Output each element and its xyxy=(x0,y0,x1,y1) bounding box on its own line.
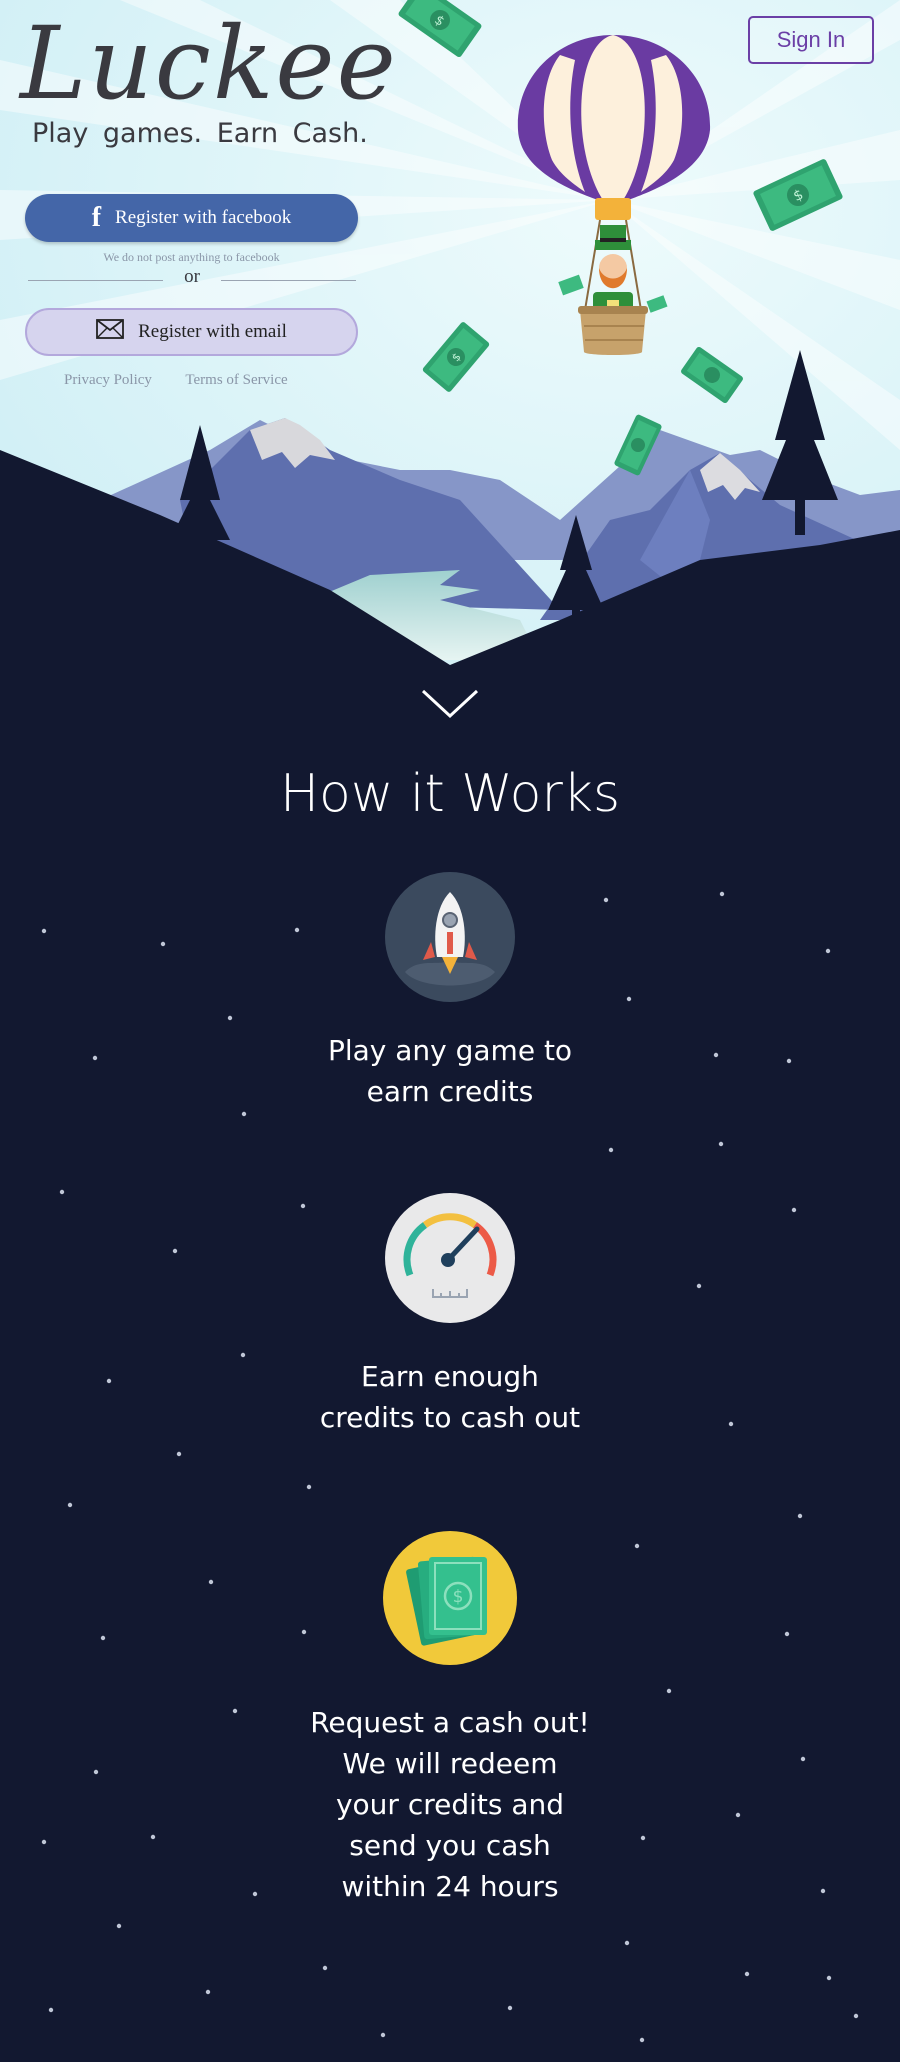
step-1-line-2: earn credits xyxy=(366,1075,534,1108)
rocket-icon xyxy=(385,872,515,1002)
step-2-line-2: credits to cash out xyxy=(319,1401,581,1434)
scroll-down-chevron-icon[interactable] xyxy=(420,688,480,720)
svg-text:$: $ xyxy=(453,1587,464,1607)
step-3-line-4: send you cash xyxy=(349,1829,551,1862)
step-3-line-5: within 24 hours xyxy=(341,1870,559,1903)
step-1-line-1: Play any game to xyxy=(327,1034,573,1067)
step-3-text: Request a cash out! We will redeem your … xyxy=(250,1702,650,1907)
cash-icon: $ xyxy=(383,1531,517,1665)
step-2-line-1: Earn enough xyxy=(361,1360,539,1393)
step-1-text: Play any game to earn credits xyxy=(250,1030,650,1112)
step-3-line-3: your credits and xyxy=(335,1788,565,1821)
step-3-line-2: We will redeem xyxy=(342,1747,558,1780)
speedometer-icon xyxy=(385,1193,515,1323)
how-it-works-title: How it Works xyxy=(279,764,621,824)
step-2-text: Earn enough credits to cash out xyxy=(250,1356,650,1438)
step-3-line-1: Request a cash out! xyxy=(310,1706,590,1739)
